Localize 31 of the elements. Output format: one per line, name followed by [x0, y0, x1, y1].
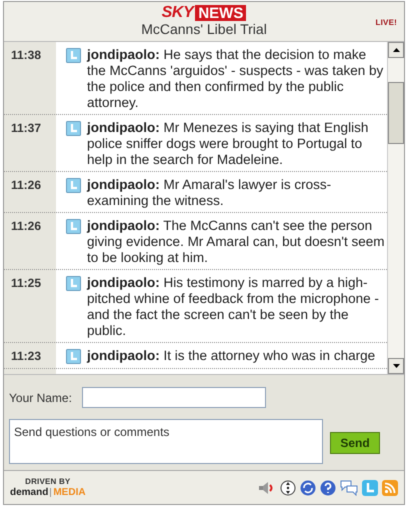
scroll-down-button[interactable]	[388, 358, 404, 374]
message-time: 11:26	[10, 218, 42, 235]
comment-field[interactable]: Send questions or comments	[9, 419, 323, 464]
scrollbar[interactable]	[387, 42, 404, 374]
message-text: jondipaolo: Mr Menezes is saying that English police sniffer dogs were brought to Portugal to help in the search for Madeleine.	[87, 120, 370, 168]
message-time: 11:26	[10, 177, 42, 194]
live-label: LIVE!	[376, 17, 397, 29]
sky-news-logo: SKY NEWS	[162, 5, 246, 21]
message-text: jondipaolo: Mr Amaral's lawyer is cross-examining the witness.	[87, 177, 332, 209]
demand-media-logo: demand MEDIA	[10, 488, 86, 498]
message-time: 11:38	[10, 47, 42, 64]
down-arrow-icon	[392, 364, 400, 368]
name-label: Your Name:	[9, 390, 72, 406]
rss-icon[interactable]	[382, 480, 398, 496]
help-icon[interactable]	[320, 480, 336, 496]
up-arrow-icon	[392, 48, 400, 52]
message-text: jondipaolo: It is the attorney who was in charge	[87, 348, 376, 365]
message-time: 11:37	[10, 120, 42, 137]
message-text: jondipaolo: The McCanns can't see the person giving evidence. Mr Amaral can, but doesn't seem to be looking at him.	[87, 218, 386, 266]
message-text: jondipaolo: He says that the decision to make the McCanns 'arguidos' - suspects - was taken by the police and then confirmed by the public attorney.	[87, 47, 384, 111]
message-time: 11:23	[10, 348, 42, 365]
message-time: 11:25	[10, 275, 42, 292]
send-button[interactable]: Send	[330, 432, 380, 454]
name-field[interactable]	[82, 387, 266, 408]
refresh-icon[interactable]	[300, 480, 316, 496]
scroll-up-button[interactable]	[388, 42, 404, 58]
driven-by-label: DRIVEN BY	[25, 478, 70, 486]
page-title: McCanns' Libel Trial	[141, 21, 267, 38]
chat-bubbles-icon[interactable]	[340, 480, 358, 496]
message-text: jondipaolo: His testimony is marred by a high-pitched whine of feedback from the microphone - and the fact the screen can't be seen by the public.	[87, 275, 380, 339]
scroll-thumb[interactable]	[388, 82, 404, 144]
